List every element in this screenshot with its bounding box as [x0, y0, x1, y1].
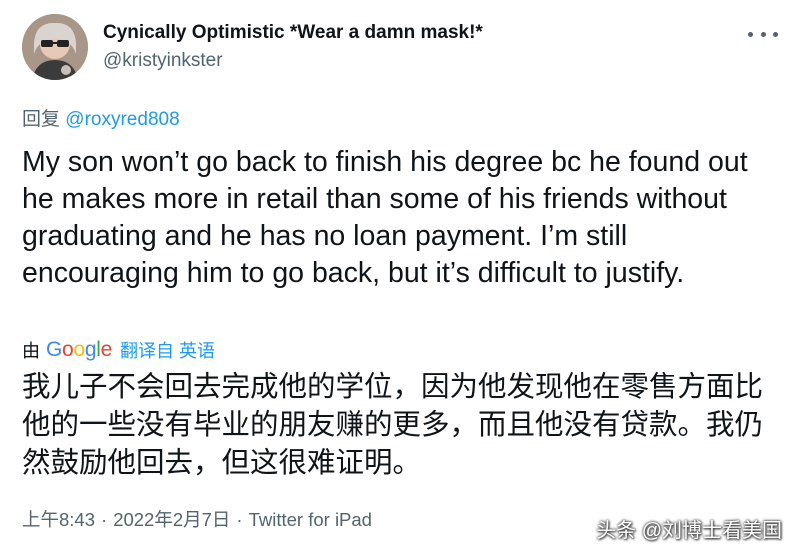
- watermark: 头条 @刘博士看美国: [596, 520, 782, 542]
- meta-separator: ·: [236, 509, 243, 530]
- reply-prefix: 回复: [22, 109, 61, 130]
- google-letter: e: [100, 338, 113, 361]
- more-dot: [748, 31, 753, 37]
- tweet-card: Cynically Optimistic *Wear a damn mask!*…: [0, 0, 800, 553]
- translated-by-label: 由: [22, 341, 40, 361]
- tweet-text: My son won’t go back to finish his degre…: [22, 146, 748, 289]
- translation-bar: 由 Google 翻译自 英语: [22, 338, 215, 362]
- more-options-icon[interactable]: [748, 24, 778, 44]
- more-dot: [760, 31, 766, 37]
- tweet-source: Twitter for iPad: [248, 509, 372, 530]
- translated-from-link[interactable]: 翻译自 英语: [120, 337, 215, 363]
- google-letter: o: [62, 338, 74, 361]
- google-letter: o: [73, 338, 85, 361]
- meta-separator: ·: [101, 509, 108, 530]
- reply-mention-link[interactable]: @roxyred808: [65, 109, 179, 130]
- reply-context: 回复 @roxyred808: [22, 104, 180, 131]
- google-letter: G: [46, 338, 63, 361]
- more-dot: [773, 31, 778, 37]
- tweet-time-link[interactable]: 上午8:43: [22, 509, 95, 530]
- google-letter: g: [84, 338, 97, 361]
- tweet-date-link[interactable]: 2022年2月7日: [113, 509, 230, 530]
- author-handle[interactable]: @kristyinkster: [103, 50, 223, 72]
- tweet-metadata: 上午8:43 · 2022年2月7日 · Twitter for iPad: [22, 506, 372, 532]
- profile-photo-icon: [22, 14, 88, 80]
- author-display-name[interactable]: Cynically Optimistic *Wear a damn mask!*: [103, 22, 483, 44]
- google-logo: Google: [46, 338, 112, 362]
- translated-text: 我儿子不会回去完成他的学位，因为他发现他在零售方面比他的一些没有毕业的朋友赚的更…: [22, 371, 764, 479]
- author-avatar[interactable]: [22, 14, 88, 80]
